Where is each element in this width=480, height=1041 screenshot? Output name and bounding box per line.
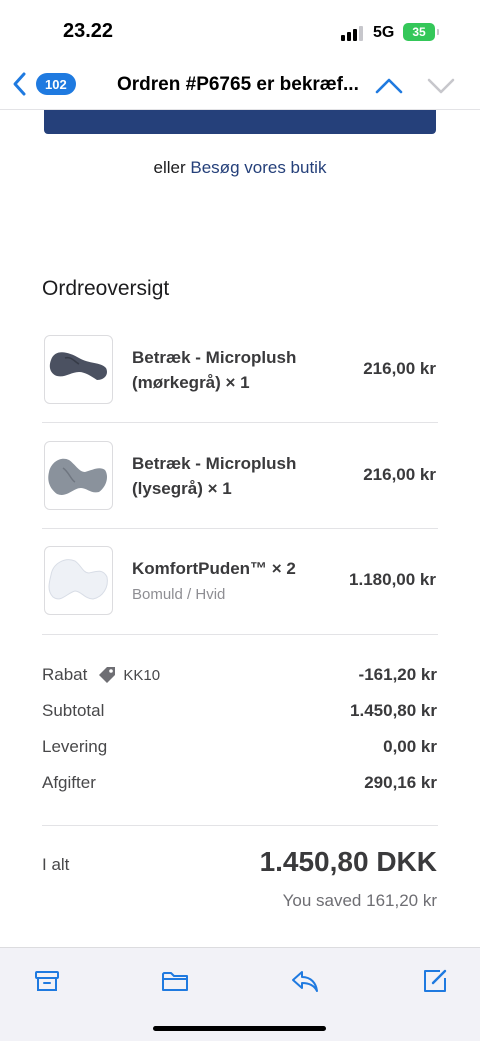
shipping-value: 0,00 kr [383,737,437,756]
total-label: I alt [42,855,70,874]
taxes-row: Afgifter 290,16 kr [42,773,437,797]
reply-icon[interactable] [290,966,320,996]
pillow-image-icon [48,559,108,600]
discount-label-group: Rabat KK10 [42,665,160,685]
item-name: Betræk - Microplush (mørkegrå) × 1 [132,348,297,392]
item-color-shape [48,458,107,495]
pillow-image-icon [49,352,107,380]
item-name: Betræk - Microplush (lysegrå) × 1 [132,454,297,498]
shipping-label: Levering [42,737,108,756]
network-label: 5G [373,24,395,41]
chevron-down-icon[interactable] [426,72,456,100]
item-name: KomfortPuden™ × 2 [132,559,296,578]
visit-store-link[interactable]: Besøg vores butik [190,158,326,177]
status-bar: 23.22 5G 35 [0,0,480,62]
saved-value: 161,20 kr [366,891,437,910]
view-order-button[interactable] [44,110,436,134]
nav-bar: 102 Ordren #P6765 er bekræf... [0,62,480,110]
divider [42,825,438,826]
battery-icon: 35 [403,23,439,41]
chevron-left-icon [13,72,26,96]
divider [42,528,438,529]
pillow-image-icon [48,458,107,495]
shipping-row: Levering 0,00 kr [42,737,437,761]
product-image [44,441,113,510]
divider [42,422,438,423]
divider [42,634,438,635]
taxes-label: Afgifter [42,773,96,792]
item-variant: Bomuld / Hvid [132,586,226,603]
product-image [44,546,113,615]
order-item: Betræk - Microplush (lysegrå) × 1 216,00… [44,441,436,511]
item-price: 216,00 kr [363,465,436,484]
battery-level: 35 [412,25,426,39]
back-button[interactable]: 102 [10,70,76,98]
subtotal-value: 1.450,80 kr [350,701,437,720]
taxes-value: 290,16 kr [364,773,437,792]
subtotal-label: Subtotal [42,701,105,720]
subtotal-row: Subtotal 1.450,80 kr [42,701,437,725]
visit-store-line: eller Besøg vores butik [0,158,480,178]
item-price: 1.180,00 kr [349,570,436,589]
order-summary-title: Ordreoversigt [42,277,170,300]
discount-code: KK10 [123,666,161,684]
total-value: 1.450,80 DKK [259,846,437,877]
compose-icon[interactable] [420,966,450,996]
item-color-shape [48,559,108,600]
product-image [44,335,113,404]
home-indicator [153,1026,326,1031]
tag-icon [99,667,116,683]
item-color-shape [49,352,107,380]
nav-title: Ordren #P6765 er bekræf... [117,74,359,95]
folder-icon[interactable] [160,966,190,996]
saved-label: You saved [282,891,362,910]
chevron-up-icon[interactable] [374,72,404,100]
discount-value: -161,20 kr [358,665,437,684]
archive-icon[interactable] [32,966,62,996]
savings-line: You saved 161,20 kr [283,891,437,911]
order-item: KomfortPuden™ × 2 Bomuld / Hvid 1.180,00… [44,546,436,616]
status-time: 23.22 [63,20,114,42]
alt-prefix: eller [153,158,186,177]
order-item: Betræk - Microplush (mørkegrå) × 1 216,0… [44,335,436,405]
discount-label: Rabat [42,665,88,684]
signal-icon [341,26,363,41]
item-price: 216,00 kr [363,359,436,378]
unread-count-badge: 102 [36,73,76,95]
discount-row: Rabat KK10 -161,20 kr [42,665,437,689]
